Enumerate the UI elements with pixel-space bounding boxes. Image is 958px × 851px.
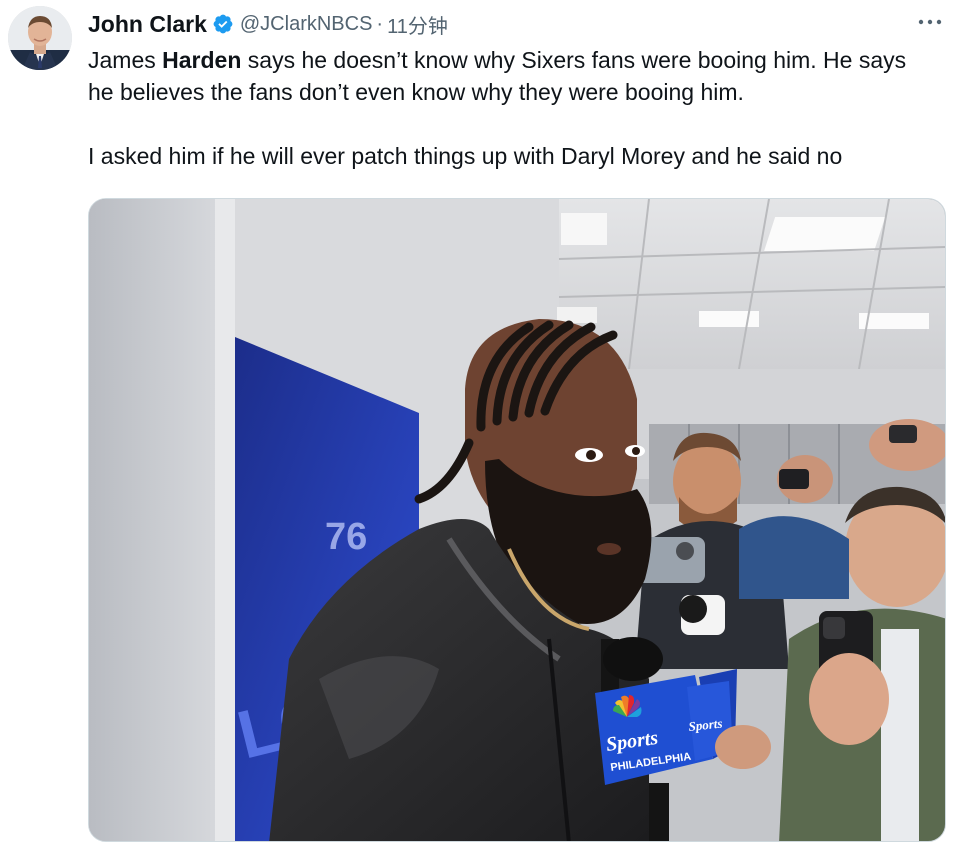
- svg-text:76: 76: [325, 516, 367, 558]
- author-display-name[interactable]: John Clark: [88, 11, 207, 38]
- avatar-image: [8, 6, 72, 70]
- tweet-header: John Clark @JClarkNBCS · 11分钟: [88, 8, 448, 40]
- text-prefix: James: [88, 47, 163, 73]
- author-handle[interactable]: @JClarkNBCS: [240, 13, 373, 36]
- photo-image: LCOME 76: [89, 199, 945, 841]
- text-bold-name: Harden: [162, 47, 242, 73]
- tweet-photo[interactable]: LCOME 76: [88, 198, 946, 842]
- tweet-paragraph-2: I asked him if he will ever patch things…: [88, 143, 843, 169]
- author-avatar[interactable]: [8, 6, 72, 70]
- more-options-icon[interactable]: [916, 10, 944, 34]
- separator-dot: ·: [376, 12, 384, 35]
- verified-badge-icon: [212, 13, 234, 35]
- tweet-text: James Harden says he doesn’t know why Si…: [88, 44, 938, 172]
- tweet-paragraph-1: James Harden says he doesn’t know why Si…: [88, 44, 938, 108]
- tweet-timestamp[interactable]: 11分钟: [387, 10, 448, 39]
